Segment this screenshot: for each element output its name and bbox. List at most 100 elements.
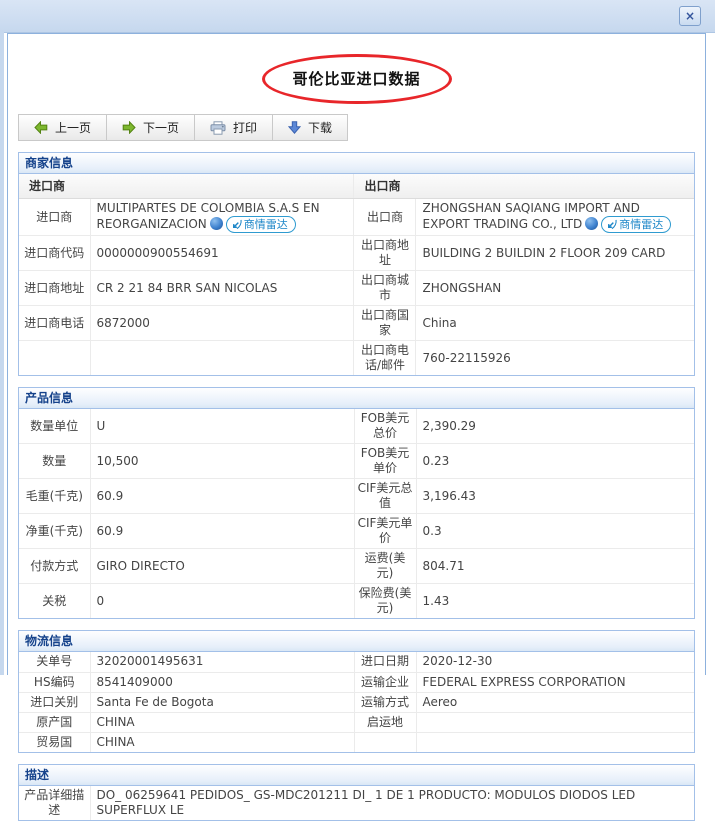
field-label: 关税: [18, 583, 91, 619]
field-value: China: [415, 305, 695, 341]
field-value: CHINA: [89, 711, 355, 733]
field-value: 10,500: [89, 443, 355, 479]
close-button[interactable]: ×: [679, 6, 701, 26]
importer-name-label: 进口商: [18, 198, 91, 236]
field-label: CIF美元总值: [353, 478, 417, 514]
logistics-info-header: 物流信息: [19, 631, 694, 652]
field-value: DO_ 06259641 PEDIDOS_ GS-MDC201211 DI_ 1…: [89, 785, 695, 821]
table-row: 净重(千克) 60.9 CIF美元单价 0.3: [18, 513, 695, 549]
table-row: 进口商 出口商: [18, 173, 695, 199]
table-row: 关税 0 保险费(美元) 1.43: [18, 583, 695, 619]
toolbar: 上一页 下一页 打印 下载: [18, 114, 349, 141]
business-radar-badge[interactable]: 商情雷达: [601, 216, 672, 233]
field-label: 付款方式: [18, 548, 91, 584]
table-row: 出口商电话/邮件 760-22115926: [18, 340, 695, 376]
field-value: 0000000900554691: [89, 235, 355, 271]
field-value: 0: [89, 583, 355, 619]
field-label: 进口商电话: [18, 305, 91, 341]
field-value: ZHONGSHAN: [415, 270, 695, 306]
field-value: [415, 711, 695, 733]
field-value: 8541409000: [89, 671, 355, 693]
table-row: 原产国 CHINA 启运地: [18, 711, 695, 733]
field-label: 产品详细描述: [18, 785, 91, 821]
field-label: [353, 731, 417, 753]
field-value: FEDERAL EXPRESS CORPORATION: [415, 671, 695, 693]
field-label: 数量单位: [18, 408, 91, 444]
field-label: 出口商国家: [353, 305, 417, 341]
field-value: 60.9: [89, 513, 355, 549]
field-value: BUILDING 2 BUILDIN 2 FLOOR 209 CARD: [415, 235, 695, 271]
window-titlebar: ×: [0, 0, 715, 33]
field-label: 进口商地址: [18, 270, 91, 306]
description-table: 产品详细描述 DO_ 06259641 PEDIDOS_ GS-MDC20121…: [18, 785, 695, 821]
exporter-name-label: 出口商: [353, 198, 417, 236]
exporter-column-header: 出口商: [353, 173, 695, 199]
product-info-section: 产品信息 数量单位 U FOB美元总价 2,390.29 数量 10,500 F…: [18, 387, 695, 619]
field-label: [18, 340, 91, 376]
field-value: Santa Fe de Bogota: [89, 691, 355, 713]
field-label: 进口日期: [353, 651, 417, 673]
table-row: 进口商代码 0000000900554691 出口商地址 BUILDING 2 …: [18, 235, 695, 271]
field-label: 进口关别: [18, 691, 91, 713]
field-value: 804.71: [415, 548, 695, 584]
field-value: CR 2 21 84 BRR SAN NICOLAS: [89, 270, 355, 306]
arrow-left-icon: [34, 121, 48, 134]
field-value: [89, 340, 355, 376]
field-label: FOB美元总价: [353, 408, 417, 444]
printer-icon: [210, 120, 226, 135]
table-row: 付款方式 GIRO DIRECTO 运费(美元) 804.71: [18, 548, 695, 584]
field-label: FOB美元单价: [353, 443, 417, 479]
field-label: 进口商代码: [18, 235, 91, 271]
table-row: 毛重(千克) 60.9 CIF美元总值 3,196.43: [18, 478, 695, 514]
download-button[interactable]: 下载: [273, 115, 347, 140]
prev-page-button[interactable]: 上一页: [19, 115, 108, 140]
field-label: 保险费(美元): [353, 583, 417, 619]
description-section: 描述 产品详细描述 DO_ 06259641 PEDIDOS_ GS-MDC20…: [18, 764, 695, 821]
field-label: 出口商地址: [353, 235, 417, 271]
field-label: 运输方式: [353, 691, 417, 713]
field-label: 毛重(千克): [18, 478, 91, 514]
table-row: 数量单位 U FOB美元总价 2,390.29: [18, 408, 695, 444]
logistics-info-section: 物流信息 关单号 32020001495631 进口日期 2020-12-30 …: [18, 630, 695, 753]
print-button[interactable]: 打印: [195, 115, 274, 140]
globe-icon[interactable]: [585, 217, 599, 230]
field-value: 2020-12-30: [415, 651, 695, 673]
field-value: 60.9: [89, 478, 355, 514]
field-label: 关单号: [18, 651, 91, 673]
table-row: 进口商电话 6872000 出口商国家 China: [18, 305, 695, 341]
field-value: 6872000: [89, 305, 355, 341]
field-label: 出口商城市: [353, 270, 417, 306]
table-row: HS编码 8541409000 运输企业 FEDERAL EXPRESS COR…: [18, 671, 695, 693]
radar-icon: [608, 219, 617, 230]
title-area: 哥伦比亚进口数据: [18, 50, 695, 104]
field-value: Aereo: [415, 691, 695, 713]
print-label: 打印: [233, 121, 258, 135]
table-row: 数量 10,500 FOB美元单价 0.23: [18, 443, 695, 479]
field-value: U: [89, 408, 355, 444]
field-label: 运输企业: [353, 671, 417, 693]
field-value: 32020001495631: [89, 651, 355, 673]
business-radar-badge[interactable]: 商情雷达: [225, 216, 296, 233]
globe-icon[interactable]: [209, 217, 223, 230]
field-value: 3,196.43: [415, 478, 695, 514]
field-label: 贸易国: [18, 731, 91, 753]
field-value: 2,390.29: [415, 408, 695, 444]
next-page-button[interactable]: 下一页: [107, 115, 196, 140]
field-label: 出口商电话/邮件: [353, 340, 417, 376]
table-row: 进口商地址 CR 2 21 84 BRR SAN NICOLAS 出口商城市 Z…: [18, 270, 695, 306]
arrow-down-icon: [288, 121, 302, 134]
description-header: 描述: [19, 765, 694, 786]
content-panel: 哥伦比亚进口数据 上一页 下一页 打印 下载 商家信息 进口商 出口商 进口商 …: [7, 33, 706, 821]
radar-icon: [232, 219, 242, 230]
field-value: 760-22115926: [415, 340, 695, 376]
radar-badge-label: 商情雷达: [243, 218, 288, 231]
close-icon: ×: [684, 9, 696, 23]
next-page-label: 下一页: [143, 121, 180, 135]
arrow-right-icon: [122, 121, 136, 134]
field-label: 原产国: [18, 711, 91, 733]
prev-page-label: 上一页: [55, 121, 92, 135]
importer-name-cell: MULTIPARTES DE COLOMBIA S.A.S EN REORGAN…: [89, 198, 355, 236]
product-info-table: 数量单位 U FOB美元总价 2,390.29 数量 10,500 FOB美元单…: [18, 408, 695, 619]
radar-badge-label: 商情雷达: [619, 218, 664, 231]
field-label: 运费(美元): [353, 548, 417, 584]
